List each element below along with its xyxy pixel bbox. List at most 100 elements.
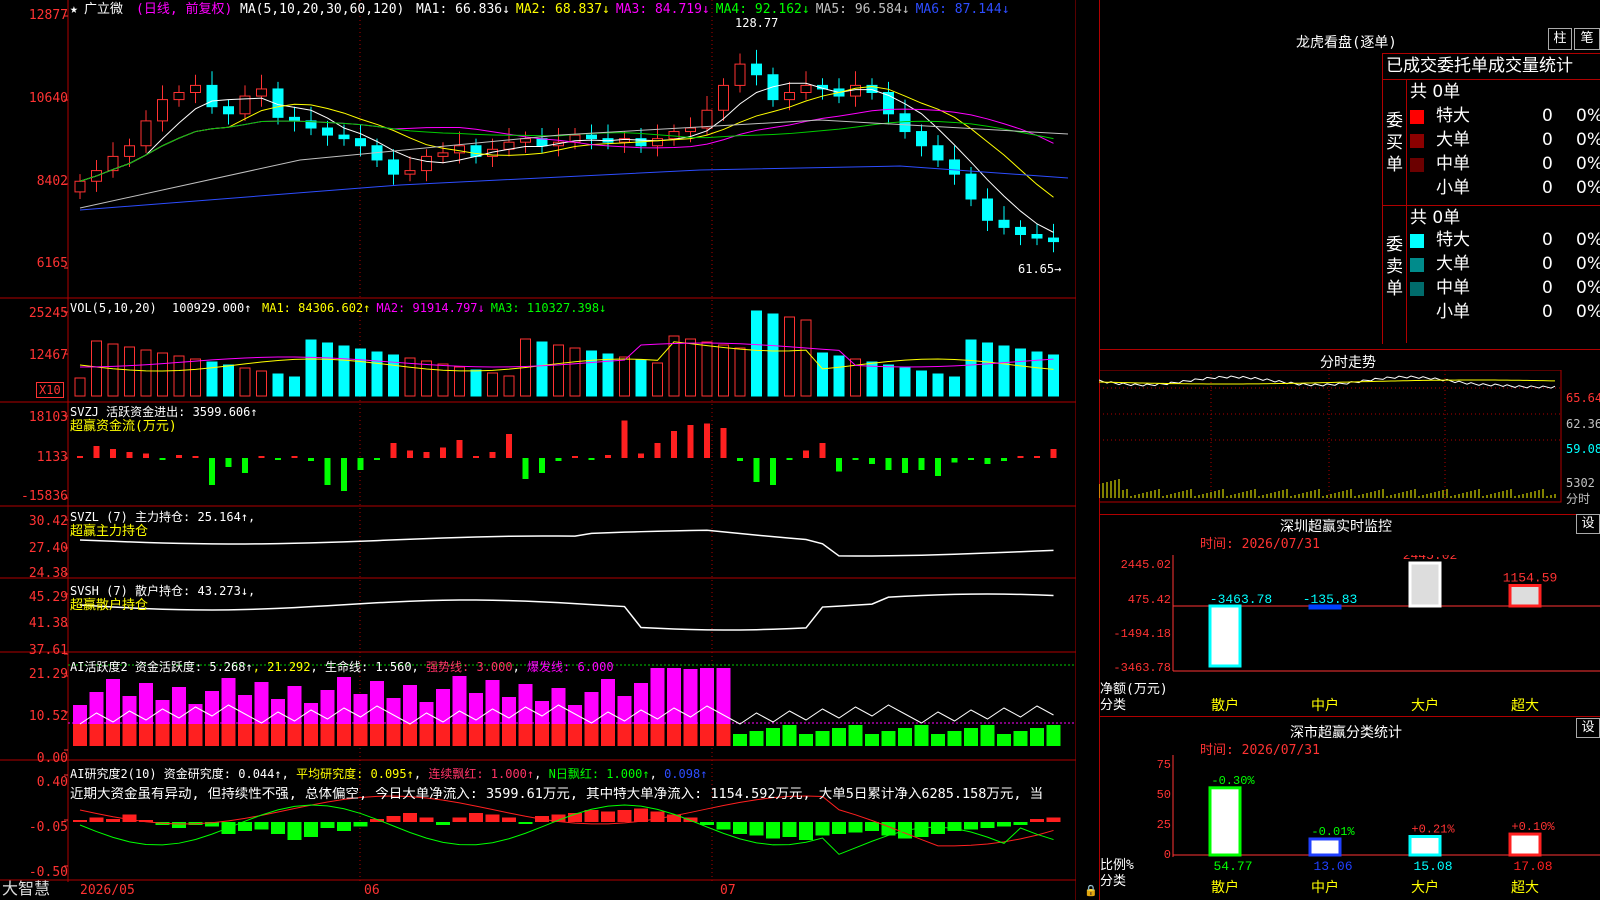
stats-title: 已成交委托单成交量统计 [1386,56,1573,76]
active-bar-base [568,724,582,746]
retail-position-line [79,593,1054,631]
class-bar [1208,786,1242,857]
monitor-axis-label: -3463.78 [1113,661,1171,675]
active-bar-base [419,724,434,746]
candle-body [223,106,234,115]
fund-flow-bar [687,425,694,458]
volume-bar [586,350,597,397]
fund-flow-bar [522,458,529,479]
svsh-axis-label: 37.61 [28,643,68,658]
candle-body [437,152,449,157]
volume-bar [767,313,779,397]
research-bar [964,822,978,830]
volume-bar [883,364,894,397]
active-bar [749,731,764,746]
active-bar-base [683,724,698,746]
favorite-star-icon[interactable]: ★ [70,2,78,17]
tick-mode-button[interactable]: 笔 [1574,28,1600,50]
active-bar-base [337,724,351,746]
candle-body [734,63,746,86]
candle-body [1015,226,1026,235]
fund-flow-bar [753,458,760,482]
active-bar-base [221,724,236,746]
active-bar-base [502,724,516,746]
candle-body [949,159,960,175]
active-bar-base [122,724,137,746]
volume-bar [718,344,729,397]
volume-axis-label: 25245 [28,306,68,321]
active-bar [832,728,846,746]
research-bar [337,822,351,831]
candle-body [536,138,548,147]
class-axis-label: 25 [1157,818,1171,832]
class-settings-button[interactable]: 设 [1576,718,1600,738]
volume-ma2 [79,342,1054,368]
candle-body [899,113,911,133]
class-axis-label: 50 [1157,788,1171,802]
fund-flow-bar [770,458,776,485]
class-value-label: 13.06 [1313,859,1352,874]
stats-pct: 0% [1576,154,1600,174]
period-label[interactable]: (日线, 前复权) [136,2,232,17]
fund-flow-bar [374,458,380,460]
volume-bar [91,340,102,397]
active-bar [848,725,863,746]
intraday-chart[interactable] [1099,370,1600,515]
fund-flow-bar [869,458,875,464]
research-bar [716,822,731,830]
active-bar [799,734,813,746]
active-bar-base [139,724,153,746]
bar-mode-button[interactable]: 柱 [1548,28,1572,50]
fund-flow-bar [407,450,413,458]
monitor-category-label: 中户 [1311,697,1339,714]
class-delta-label: -0.01% [1311,825,1355,839]
volume-unit-badge: X10 [36,382,64,398]
volume-bar [256,370,267,397]
monitor-settings-button[interactable]: 设 [1576,514,1600,534]
volume-bar [305,339,317,397]
candle-body [289,116,300,122]
price-chart-svg[interactable] [0,0,1076,900]
active-bar-base [304,724,318,746]
class-value-label: 17.08 [1513,859,1552,874]
active-bar [782,725,797,746]
active-bar-top [469,693,483,724]
lock-icon[interactable]: 🔒 [1084,884,1098,897]
ma-value: MA1: 66.836↓ [416,2,510,17]
sell-side-label: 委卖单 [1386,235,1403,299]
research-bar [419,817,434,822]
monitor-bar-label: 2445.02 [1403,555,1458,563]
fund-flow-bar [836,458,842,472]
research-bar [815,822,830,836]
research-bar [749,822,764,836]
stats-name: 特大 [1436,106,1470,126]
stats-count: 0 [1542,154,1553,174]
volume-bar [322,342,333,397]
svsh-axis-label: 45.29 [28,590,68,605]
active-bar-base [485,724,500,746]
fund-flow-bar [1017,456,1024,458]
monitor-chart: 2445.02 475.42 -1494.18 -3463.78 -3463.78 散户 -… [1113,555,1600,714]
volume-bar [74,377,86,397]
research-bar [452,817,467,822]
candle-body [1031,234,1043,239]
active-bar-top [122,696,137,724]
legend-swatch [1410,258,1424,272]
fund-flow-bar [902,458,908,473]
candle-body [74,180,86,193]
fund-flow-bar [77,456,83,458]
kline-chart-area[interactable] [0,0,1076,900]
fund-flow-bar [341,458,347,491]
brand-logo[interactable]: 大智慧 [2,881,50,897]
price-axis-label: 12877 [28,8,68,23]
svzj-axis-label: 18103 [28,410,68,425]
volume-bar [289,376,300,397]
active-bar-top [254,682,269,724]
candle-body [800,84,812,94]
candle-body [1048,237,1059,243]
research-bar [601,811,615,822]
ai-research-axis-label: -0.05 [28,820,68,835]
fund-flow-bar [654,443,661,458]
active-bar-top [238,695,252,724]
research-bar [106,819,120,822]
